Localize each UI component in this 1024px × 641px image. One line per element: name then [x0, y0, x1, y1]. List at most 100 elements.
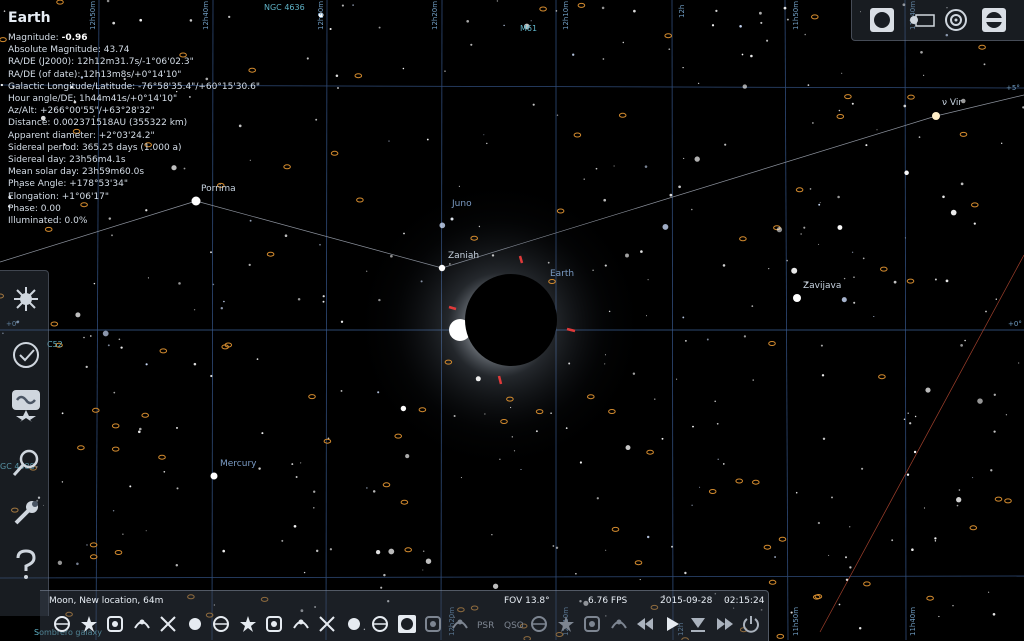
atmosphere-button[interactable]: [236, 611, 260, 637]
quit-button[interactable]: [739, 611, 763, 637]
equatorial-grid-button[interactable]: [130, 611, 154, 637]
center-object-button[interactable]: [395, 611, 419, 637]
star: [862, 257, 865, 260]
star: [750, 54, 753, 58]
star: [956, 504, 959, 507]
satellites-button[interactable]: [315, 611, 339, 637]
star: [603, 198, 607, 202]
object-info-panel: Earth Magnitude: -0.96 Absolute Magnitud…: [8, 10, 260, 227]
constellation-art-icon: [107, 616, 123, 632]
star: [625, 445, 631, 451]
azimuthal-grid-button[interactable]: [156, 611, 180, 637]
star: [920, 50, 923, 54]
star: [992, 612, 996, 616]
star: [425, 558, 432, 564]
ocular-button[interactable]: [980, 6, 1008, 34]
location-button[interactable]: [10, 389, 42, 422]
fullscreen-icon: [870, 8, 894, 32]
star: [918, 136, 921, 138]
star: [934, 278, 937, 281]
star: [466, 19, 470, 23]
star: [604, 354, 607, 356]
star: [449, 263, 451, 265]
planet-juno[interactable]: [450, 217, 454, 221]
cardinal-points-icon: [213, 616, 229, 632]
star: [322, 295, 325, 298]
location-status: Moon, New location, 64m: [49, 596, 164, 606]
satellite-hints-button[interactable]: [580, 611, 604, 637]
star: [75, 312, 81, 318]
galaxy-marker: [863, 581, 871, 587]
exoplanets-button[interactable]: PSR: [474, 611, 498, 637]
grid-label: 11h40m: [909, 606, 917, 636]
star: [556, 114, 559, 116]
nebulae-button[interactable]: [262, 611, 286, 637]
star: [942, 195, 945, 199]
star: [605, 549, 607, 551]
window-button[interactable]: [908, 6, 936, 34]
star: [596, 497, 599, 500]
center-object-icon: [397, 615, 416, 633]
satellite-hints-icon: [584, 616, 600, 632]
constellation-lines-button[interactable]: [50, 611, 74, 637]
night-mode-button[interactable]: [421, 611, 445, 637]
star: [400, 405, 407, 412]
planet-labels-button[interactable]: [289, 611, 313, 637]
sky-viewing-options-button[interactable]: [10, 283, 42, 315]
star: [812, 122, 814, 124]
constellation-art-button[interactable]: [103, 611, 127, 637]
flip-button[interactable]: [342, 611, 366, 637]
star: [484, 413, 486, 415]
angle-measure-button[interactable]: [448, 611, 472, 637]
star: [291, 463, 294, 466]
star: [552, 545, 555, 547]
earth-disk[interactable]: [465, 274, 557, 366]
planet-mercury[interactable]: [210, 472, 218, 480]
pulsars-button[interactable]: [527, 611, 551, 637]
now-button[interactable]: [686, 611, 710, 637]
galaxy-marker: [768, 579, 777, 585]
ground-button[interactable]: [183, 611, 207, 637]
star: [807, 84, 810, 86]
star: [439, 222, 446, 229]
mount-toggle-button[interactable]: [368, 611, 392, 637]
mount-toggle-icon: [372, 616, 388, 632]
observability-button[interactable]: QSO: [501, 611, 525, 637]
star: [692, 425, 694, 428]
galaxy-marker: [89, 542, 98, 548]
label-m61: M61: [520, 24, 538, 33]
fullscreen-button[interactable]: [868, 6, 896, 34]
star: [532, 103, 535, 106]
galaxy-marker: [308, 394, 316, 400]
cardinal-points-button[interactable]: [209, 611, 233, 637]
help-button[interactable]: [10, 549, 42, 581]
star: [511, 436, 513, 438]
star: [715, 9, 718, 13]
telescope-control-button[interactable]: [607, 611, 631, 637]
star: [934, 540, 937, 542]
rewind-button[interactable]: [633, 611, 657, 637]
star: [83, 336, 85, 339]
star-zavijava[interactable]: [793, 294, 801, 302]
fast-forward-button[interactable]: [713, 611, 737, 637]
star: [378, 26, 381, 29]
star: [821, 374, 825, 377]
star-nu-vir[interactable]: [932, 112, 940, 120]
constellation-labels-button[interactable]: [77, 611, 101, 637]
date-status: 2015-09-28: [660, 596, 713, 606]
star: [530, 20, 532, 22]
configuration-button[interactable]: [10, 497, 42, 529]
grid-label: +5°: [1006, 84, 1020, 92]
star: [592, 269, 594, 271]
play-button[interactable]: [660, 611, 684, 637]
date-time-button[interactable]: [10, 339, 42, 371]
star: [625, 253, 629, 258]
rewind-icon: [637, 618, 653, 630]
galaxy-marker: [323, 438, 332, 444]
quasars-button[interactable]: [554, 611, 578, 637]
star-zaniah[interactable]: [438, 264, 446, 272]
angle-measure-icon: [451, 619, 468, 629]
scope-button[interactable]: [942, 6, 970, 34]
star: [684, 571, 687, 575]
search-button[interactable]: [10, 447, 42, 479]
